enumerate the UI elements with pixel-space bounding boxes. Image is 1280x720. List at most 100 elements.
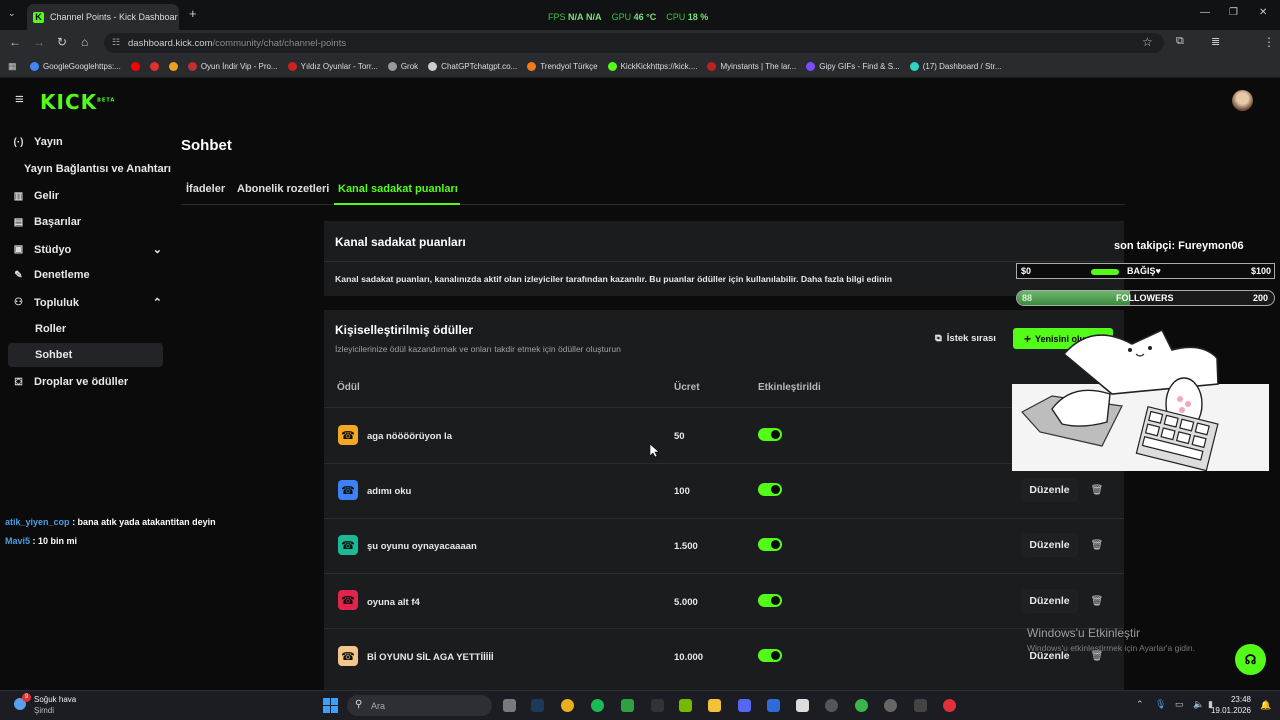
- sidebar-item-topluluk[interactable]: ⚇ Topluluk ⌃: [12, 296, 162, 310]
- column-header-cost: Ücret: [674, 382, 700, 393]
- new-tab-icon[interactable]: +: [189, 6, 197, 21]
- kick-logo[interactable]: KICKBETA: [40, 90, 115, 114]
- app-header: ≡ KICKBETA: [0, 79, 1280, 123]
- clock-time[interactable]: 23:48: [1214, 695, 1251, 704]
- start-menu-icon[interactable]: [323, 698, 338, 713]
- bookmark-item[interactable]: (17) Dashboard / Str...: [909, 62, 1002, 71]
- user-avatar[interactable]: [1232, 90, 1253, 111]
- app-red-icon[interactable]: [943, 699, 956, 712]
- reward-enabled-toggle[interactable]: [758, 594, 782, 607]
- taskbar-search-placeholder: Ara: [371, 700, 386, 711]
- moderation-icon: ✎: [14, 269, 23, 281]
- browser-tab-active[interactable]: K Channel Points - Kick Dashboar ✕: [27, 4, 179, 30]
- apps-grid-icon[interactable]: ▦: [8, 61, 17, 72]
- browser-tab-bar: ⌄ K Channel Points - Kick Dashboar ✕ + F…: [0, 0, 1280, 30]
- bookmark-item[interactable]: KickKickhttps://kick....: [607, 62, 697, 71]
- nvidia-icon[interactable]: [679, 699, 692, 712]
- sidebar-item-sohbet[interactable]: Sohbet: [35, 349, 72, 361]
- request-queue-link[interactable]: ⧉ İstek sırası: [935, 333, 996, 344]
- chrome-icon[interactable]: [561, 699, 574, 712]
- sidebar-item-yayin[interactable]: (·) Yayın: [12, 136, 63, 148]
- browser-menu-icon[interactable]: ⋮: [1263, 35, 1275, 49]
- gpu-label: GPU: [611, 12, 632, 22]
- microphone-icon[interactable]: 🎙: [1155, 699, 1166, 710]
- capcut-icon[interactable]: [796, 699, 809, 712]
- close-window-icon[interactable]: ✕: [1259, 7, 1267, 18]
- bookmark-item[interactable]: ChatGPTchatgpt.co...: [428, 62, 517, 71]
- reward-name: şu oyunu oynayacaaaan: [367, 541, 477, 552]
- file-explorer-icon[interactable]: [708, 699, 721, 712]
- extensions-icon[interactable]: ⧉: [1176, 35, 1184, 48]
- site-info-icon[interactable]: ☷: [112, 37, 120, 48]
- bookmark-item[interactable]: GoogleGooglehttps:...: [30, 62, 121, 71]
- tray-chevron-icon[interactable]: ⌃: [1136, 699, 1144, 710]
- bookmark-item[interactable]: [168, 62, 178, 71]
- utorrent-icon[interactable]: [855, 699, 868, 712]
- app-icon[interactable]: [651, 699, 664, 712]
- bookmark-item[interactable]: Grok: [387, 62, 418, 71]
- trash-icon[interactable]: 🗑: [1086, 533, 1108, 557]
- reward-enabled-toggle[interactable]: [758, 649, 782, 662]
- address-bar[interactable]: ☷ dashboard.kick.com/community/chat/chan…: [104, 33, 1164, 53]
- taskbar-search[interactable]: ⚲ Ara: [347, 695, 492, 716]
- discord-icon[interactable]: [738, 699, 751, 712]
- bookmark-label: (17) Dashboard / Str...: [922, 62, 1002, 71]
- notifications-icon[interactable]: 🔔: [1260, 700, 1271, 711]
- reward-enabled-toggle[interactable]: [758, 538, 782, 551]
- windows-taskbar: 9 Soğuk hava Şimdi ⚲ Ara ⌃ 🎙 ▭ 🔈 ▮ 23:48…: [0, 690, 1280, 720]
- trash-icon[interactable]: 🗑: [1086, 478, 1108, 502]
- settings-gear-icon[interactable]: [884, 699, 897, 712]
- sidebar-item-basarilar[interactable]: ▤ Başarılar: [12, 216, 81, 228]
- app-blue-icon[interactable]: [767, 699, 780, 712]
- bookmark-item[interactable]: Myinstants | The lar...: [707, 62, 796, 71]
- volume-icon[interactable]: 🔈: [1193, 699, 1204, 710]
- maximize-window-icon[interactable]: ❐: [1229, 7, 1238, 18]
- forward-icon[interactable]: →: [33, 35, 45, 49]
- sidebar-item-denetleme[interactable]: ✎ Denetleme: [12, 269, 89, 281]
- steam-icon[interactable]: [531, 699, 544, 712]
- task-view-icon[interactable]: [503, 699, 516, 712]
- hamburger-menu-icon[interactable]: ≡: [15, 91, 24, 108]
- xbox-icon[interactable]: [621, 699, 634, 712]
- table-row-divider: [324, 463, 1124, 464]
- tab-ifadeler[interactable]: İfadeler: [186, 183, 225, 195]
- followers-progress-fill: [1017, 291, 1131, 305]
- tab-list-chevron-icon[interactable]: ⌄: [8, 8, 16, 19]
- reload-icon[interactable]: ↻: [57, 35, 67, 49]
- info-card-divider: [324, 261, 1124, 262]
- back-icon[interactable]: ←: [9, 35, 21, 49]
- tab-abonelik-rozetleri[interactable]: Abonelik rozetleri: [237, 183, 329, 195]
- drops-icon: ⛋: [14, 376, 23, 388]
- bookmark-item[interactable]: [130, 62, 140, 71]
- edit-reward-button[interactable]: Düzenle: [1021, 533, 1078, 557]
- bookmark-item[interactable]: Gipy GIFs - Find & S...: [806, 62, 900, 71]
- minimize-window-icon[interactable]: —: [1200, 7, 1210, 18]
- media-icon[interactable]: ≣: [1211, 35, 1220, 48]
- url-host: dashboard.kick.com: [128, 37, 213, 49]
- reward-enabled-toggle[interactable]: [758, 428, 782, 441]
- network-icon[interactable]: ▭: [1175, 699, 1184, 710]
- spotify-icon[interactable]: [591, 699, 604, 712]
- sidebar-item-roller[interactable]: Roller: [35, 323, 66, 335]
- bookmark-item[interactable]: Trendyol Türkçe: [527, 62, 598, 71]
- chat-username: atik_yiyen_cop: [5, 517, 70, 527]
- bookmark-star-icon[interactable]: ☆: [1142, 35, 1153, 49]
- edit-reward-button[interactable]: Düzenle: [1021, 589, 1078, 613]
- reward-enabled-toggle[interactable]: [758, 483, 782, 496]
- bookmark-item[interactable]: Oyun İndir Vip - Pro...: [187, 62, 278, 71]
- obs-icon[interactable]: [825, 699, 838, 712]
- edit-reward-button[interactable]: Düzenle: [1021, 478, 1078, 502]
- clock-date[interactable]: 19.01.2026: [1207, 706, 1251, 715]
- bookmark-item[interactable]: [149, 62, 159, 71]
- sidebar-item-stream-key[interactable]: Yayın Bağlantısı ve Anahtarı: [24, 163, 171, 175]
- tab-kanal-sadakat-puanlari[interactable]: Kanal sadakat puanları: [338, 183, 458, 195]
- sidebar-item-studyo[interactable]: ▣ Stüdyo ⌄: [12, 243, 162, 257]
- bookmark-item[interactable]: Yıldız Oyunlar - Torr...: [287, 62, 378, 71]
- support-chat-button[interactable]: ☊: [1235, 644, 1266, 675]
- sidebar-item-gelir[interactable]: ▥ Gelir: [12, 190, 59, 202]
- trash-icon[interactable]: 🗑: [1086, 589, 1108, 613]
- epic-games-icon[interactable]: [914, 699, 927, 712]
- sidebar-item-droplar[interactable]: ⛋ Droplar ve ödüller: [12, 376, 128, 388]
- home-icon[interactable]: ⌂: [81, 35, 88, 49]
- followers-goal: 200: [1252, 293, 1268, 303]
